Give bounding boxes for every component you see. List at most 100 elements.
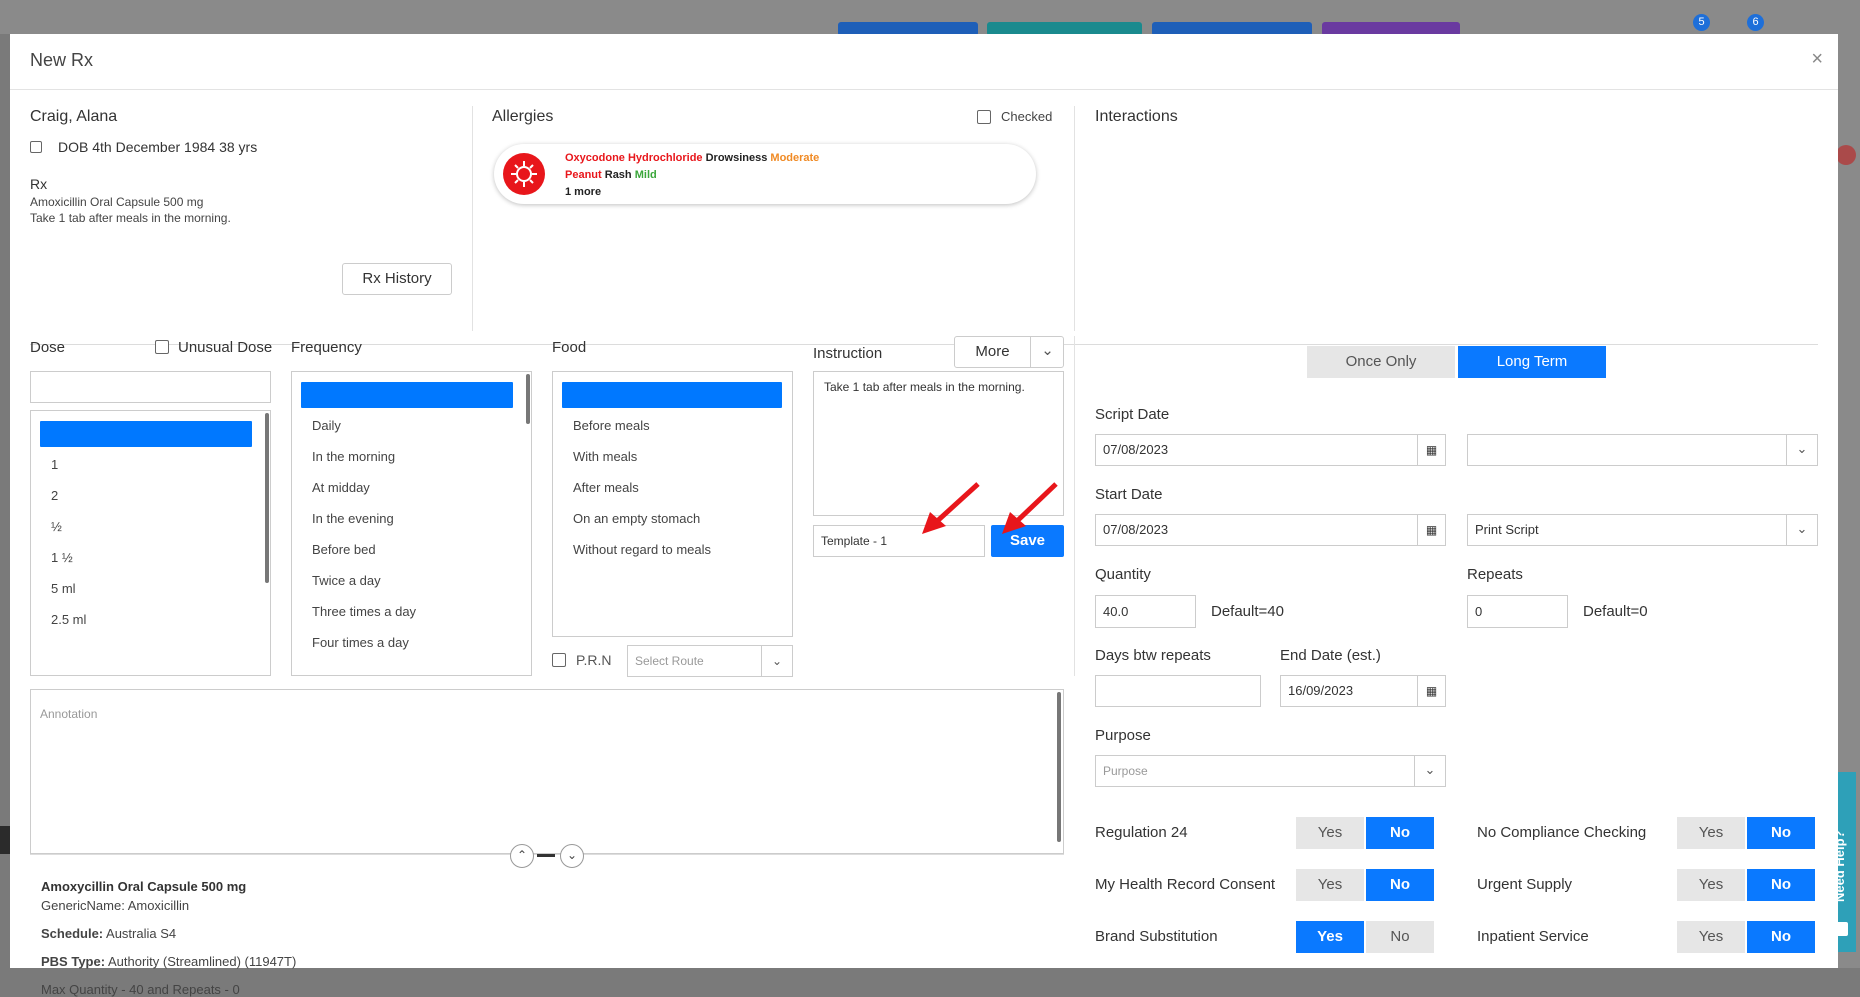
messages-badge: 5	[1693, 14, 1710, 31]
chevron-down-icon[interactable]: ⌄	[560, 844, 584, 868]
repeats-label: Repeats	[1467, 566, 1523, 583]
pbs-value: Authority (Streamlined) (11947T)	[107, 954, 297, 969]
allergy-severity: Mild	[634, 169, 657, 181]
end-date-input[interactable]: 16/09/2023 ▦	[1280, 675, 1446, 707]
once-only-toggle[interactable]: Once Only	[1307, 346, 1455, 378]
divider-1	[472, 106, 473, 331]
repeats-input[interactable]: 0	[1467, 595, 1568, 628]
my-health-record-no[interactable]: No	[1366, 869, 1434, 901]
brand-substitution-yes[interactable]: Yes	[1296, 921, 1364, 953]
dose-item[interactable]: 5 ml	[51, 581, 76, 596]
food-selected-item[interactable]	[562, 382, 782, 408]
food-item[interactable]: Before meals	[573, 418, 650, 433]
route-placeholder: Select Route	[635, 654, 704, 668]
dose-item[interactable]: 1	[51, 457, 58, 472]
frequency-item[interactable]: Three times a day	[312, 604, 416, 619]
food-item[interactable]: Without regard to meals	[573, 542, 711, 557]
frequency-scrollbar[interactable]	[526, 374, 530, 424]
chevron-up-icon[interactable]: ⌃	[510, 844, 534, 868]
no-compliance-no[interactable]: No	[1747, 817, 1815, 849]
quantity-input[interactable]: 40.0	[1095, 595, 1196, 628]
food-item[interactable]: On an empty stomach	[573, 511, 700, 526]
allergy-virus-icon	[503, 153, 545, 195]
frequency-item[interactable]: Twice a day	[312, 573, 381, 588]
urgent-supply-no[interactable]: No	[1747, 869, 1815, 901]
allergy-row-1: Oxycodone Hydrochloride Drowsiness Moder…	[565, 152, 819, 164]
frequency-item[interactable]: At midday	[312, 480, 370, 495]
allergy-severity: Moderate	[770, 152, 820, 164]
rx-history-button[interactable]: Rx History	[342, 263, 452, 295]
food-item[interactable]: With meals	[573, 449, 637, 464]
quantity-label: Quantity	[1095, 566, 1151, 583]
inpatient-yes[interactable]: Yes	[1677, 921, 1745, 953]
prn-checkbox[interactable]	[552, 653, 566, 667]
chevron-down-icon: ⌄	[761, 646, 792, 676]
splitter-handle[interactable]	[537, 854, 555, 857]
frequency-item[interactable]: Daily	[312, 418, 341, 433]
regulation24-no[interactable]: No	[1366, 817, 1434, 849]
allergy-substance: Peanut	[565, 169, 602, 181]
dose-scrollbar[interactable]	[265, 413, 269, 583]
more-dropdown[interactable]: More ⌄	[954, 336, 1064, 368]
allergy-reaction: Rash	[604, 169, 632, 181]
frequency-list[interactable]: Daily In the morning At midday In the ev…	[291, 371, 532, 676]
long-term-toggle[interactable]: Long Term	[1458, 346, 1606, 378]
annotation-textarea[interactable]: Annotation	[30, 689, 1064, 854]
inpatient-no[interactable]: No	[1747, 921, 1815, 953]
more-button-label: More	[975, 343, 1010, 360]
food-list[interactable]: Before meals With meals After meals On a…	[552, 371, 793, 637]
calendar-icon[interactable]: ▦	[1417, 515, 1445, 545]
frequency-item[interactable]: Before bed	[312, 542, 376, 557]
annotation-scrollbar[interactable]	[1057, 692, 1061, 842]
calendar-icon	[30, 141, 42, 153]
days-btw-input[interactable]	[1095, 675, 1261, 707]
dose-item[interactable]: 2.5 ml	[51, 612, 86, 627]
route-select[interactable]: Select Route ⌄	[627, 645, 793, 677]
allergy-reaction: Drowsiness	[705, 152, 768, 164]
food-item[interactable]: After meals	[573, 480, 639, 495]
background-notification-dot	[1836, 145, 1856, 165]
my-health-record-label: My Health Record Consent	[1095, 876, 1276, 893]
instruction-label: Instruction	[813, 345, 883, 362]
allergies-checked-checkbox[interactable]	[977, 110, 991, 124]
end-date-value: 16/09/2023	[1288, 683, 1354, 698]
start-date-label: Start Date	[1095, 486, 1163, 503]
allergy-card[interactable]: Oxycodone Hydrochloride Drowsiness Moder…	[494, 144, 1036, 204]
dose-item[interactable]: 2	[51, 488, 58, 503]
frequency-item[interactable]: In the morning	[312, 449, 395, 464]
purpose-select[interactable]: Purpose ⌄	[1095, 755, 1446, 787]
calendar-icon[interactable]: ▦	[1417, 676, 1445, 706]
no-compliance-yes[interactable]: Yes	[1677, 817, 1745, 849]
close-icon[interactable]: ×	[1811, 48, 1823, 71]
frequency-selected-item[interactable]	[301, 382, 513, 408]
drug-info-schedule: Schedule: Australia S4	[41, 926, 176, 941]
rx-drug: Amoxicillin Oral Capsule 500 mg	[30, 195, 204, 209]
no-compliance-label: No Compliance Checking	[1477, 824, 1647, 841]
script-option-select[interactable]: ⌄	[1467, 434, 1818, 466]
pbs-label: PBS Type:	[41, 954, 106, 969]
repeats-default: Default=0	[1583, 603, 1648, 620]
unusual-dose-checkbox[interactable]	[155, 340, 169, 354]
print-script-select[interactable]: Print Script ⌄	[1467, 514, 1818, 546]
dose-input[interactable]	[30, 371, 271, 403]
start-date-input[interactable]: 07/08/2023 ▦	[1095, 514, 1446, 546]
script-date-input[interactable]: 07/08/2023 ▦	[1095, 434, 1446, 466]
calendar-icon[interactable]: ▦	[1417, 435, 1445, 465]
dose-item[interactable]: ½	[51, 519, 62, 534]
divider-2	[1074, 106, 1075, 331]
regulation24-yes[interactable]: Yes	[1296, 817, 1364, 849]
frequency-item[interactable]: In the evening	[312, 511, 394, 526]
my-health-record-yes[interactable]: Yes	[1296, 869, 1364, 901]
dose-item[interactable]: 1 ½	[51, 550, 73, 565]
tasks-badge: 6	[1747, 14, 1764, 31]
frequency-label: Frequency	[291, 339, 362, 356]
frequency-item[interactable]: Four times a day	[312, 635, 409, 650]
chevron-down-icon[interactable]: ⌄	[1030, 337, 1064, 367]
start-date-value: 07/08/2023	[1103, 522, 1169, 537]
dose-selected-item[interactable]	[40, 421, 252, 447]
allergy-more-link[interactable]: 1 more	[565, 186, 601, 198]
urgent-supply-yes[interactable]: Yes	[1677, 869, 1745, 901]
brand-substitution-no[interactable]: No	[1366, 921, 1434, 953]
dose-list[interactable]: 1 2 ½ 1 ½ 5 ml 2.5 ml	[30, 410, 271, 676]
purpose-placeholder: Purpose	[1103, 764, 1148, 778]
